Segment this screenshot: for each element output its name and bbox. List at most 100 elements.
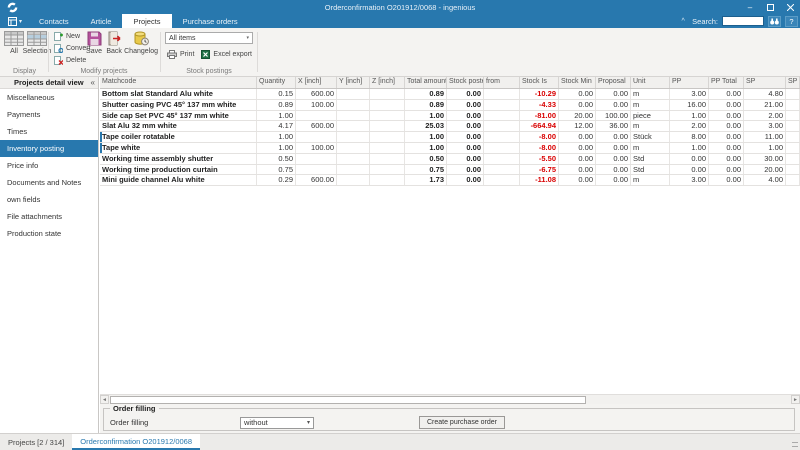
bottom-tab-projects[interactable]: Projects [2 / 314] [0,434,72,450]
delete-button-label: Delete [66,57,86,64]
cell-quantity: 0.29 [257,175,296,185]
column-header-z[interactable]: Z [inch] [370,77,405,88]
order-filling-panel: Order filling Order filling without ▾ Cr… [100,404,800,433]
cell-stock_posted: 0.00 [447,89,484,99]
column-header-proposal[interactable]: Proposal [596,77,631,88]
column-header-pp[interactable]: PP [670,77,709,88]
application-menu-button[interactable]: ▾ [0,14,28,28]
table-all-icon [4,31,24,46]
stock-items-filter-dropdown[interactable]: All items ▾ [165,32,253,44]
delete-button[interactable]: Delete [54,55,91,66]
ribbon-group-display: All Selection Display [2,28,47,76]
cell-z [370,132,405,142]
scrollbar-thumb[interactable] [110,396,586,404]
scroll-left-button[interactable]: ◄ [100,395,109,404]
maximize-button[interactable] [760,0,780,14]
cell-total: 1.00 [405,132,447,142]
cell-pp: 16.00 [670,100,709,110]
column-header-sp_to[interactable]: SP To [786,77,800,88]
all-button[interactable]: All [4,28,24,66]
table-row[interactable]: Bottom slat Standard Alu white0.15600.00… [100,89,800,100]
table-row[interactable]: Tape coiler rotatable1.001.000.00-8.000.… [100,132,800,143]
column-header-sp[interactable]: SP [744,77,786,88]
sidebar-item-production-state[interactable]: Production state [0,225,98,242]
sidebar-item-file-attachments[interactable]: File attachments [0,208,98,225]
sidebar-item-times[interactable]: Times [0,123,98,140]
printer-icon [167,50,177,59]
table-row[interactable]: Side cap Set PVC 45° 137 mm white1.001.0… [100,111,800,122]
sidebar-item-documents-and-notes[interactable]: Documents and Notes [0,174,98,191]
convert-button[interactable]: Convert [54,43,91,54]
cell-x [296,154,337,164]
table-row[interactable]: Working time production curtain0.750.750… [100,165,800,176]
table-row[interactable]: Tape white1.00100.001.000.00-8.000.000.0… [100,143,800,154]
excel-export-button[interactable]: Excel export [201,50,252,59]
close-button[interactable] [780,0,800,14]
cell-y [337,89,370,99]
search-go-button[interactable] [768,16,781,27]
column-header-stock_min[interactable]: Stock Min [559,77,596,88]
table-row[interactable]: Shutter casing PVC 45° 137 mm white0.891… [100,100,800,111]
menu-tab-contacts[interactable]: Contacts [28,14,80,28]
column-header-total[interactable]: Total amount [405,77,447,88]
menu-tab-article[interactable]: Article [80,14,123,28]
search-input[interactable] [722,16,764,26]
table-row[interactable]: Working time assembly shutter0.500.500.0… [100,154,800,165]
column-header-stock_is[interactable]: Stock Is [520,77,559,88]
menu-tab-purchase-orders[interactable]: Purchase orders [172,14,249,28]
title-bar: Orderconfirmation O201912/0068 - ingenio… [0,0,800,14]
sidebar-item-price-info[interactable]: Price info [0,157,98,174]
column-header-unit[interactable]: Unit [631,77,670,88]
minimize-button[interactable]: – [740,0,760,14]
help-button[interactable]: ? [785,16,798,27]
collapse-ribbon-icon[interactable]: ^ [678,18,688,25]
cell-stock_min: 0.00 [559,100,596,110]
sidebar-item-miscellaneous[interactable]: Miscellaneous [0,89,98,106]
cell-proposal: 100.00 [596,111,631,121]
horizontal-scrollbar[interactable]: ◄ ► [100,394,800,404]
table-row[interactable]: Slat Alu 32 mm white4.17600.0025.030.00-… [100,121,800,132]
sidebar-item-own-fields[interactable]: own fields [0,191,98,208]
cell-from [484,111,520,121]
menu-tab-projects[interactable]: Projects [122,14,171,28]
cell-stock_posted: 0.00 [447,154,484,164]
cell-matchcode: Working time assembly shutter [100,154,257,164]
new-button[interactable]: New [54,31,91,42]
display-group-label: Display [2,68,47,75]
back-button[interactable]: Back [104,28,124,66]
ribbon-separator [257,32,258,72]
scroll-right-button[interactable]: ► [791,395,800,404]
convert-icon [54,44,63,53]
column-header-matchcode[interactable]: Matchcode [100,77,257,88]
create-purchase-order-button[interactable]: Create purchase order [419,416,505,429]
resize-grip[interactable] [792,442,798,447]
convert-button-label: Convert [66,45,91,52]
column-header-quantity[interactable]: Quantity [257,77,296,88]
column-header-stock_posted[interactable]: Stock posted [447,77,484,88]
cell-pp_total: 0.00 [709,100,744,110]
selection-button[interactable]: Selection [24,28,50,66]
sidebar-item-payments[interactable]: Payments [0,106,98,123]
cell-sp_to [786,154,800,164]
cell-pp_total: 0.00 [709,121,744,131]
print-button[interactable]: Print [167,50,194,59]
collapse-sidebar-icon[interactable]: « [91,78,95,87]
cell-x [296,165,337,175]
column-header-pp_total[interactable]: PP Total [709,77,744,88]
cell-pp_total: 0.00 [709,111,744,121]
cell-proposal: 0.00 [596,89,631,99]
table-row[interactable]: Mini guide channel Alu white0.29600.001.… [100,175,800,186]
cell-stock_is: -6.75 [520,165,559,175]
cell-from [484,175,520,185]
changelog-button[interactable]: Changelog [124,28,158,66]
cell-proposal: 36.00 [596,121,631,131]
order-filling-dropdown[interactable]: without ▾ [240,417,314,429]
column-header-y[interactable]: Y [inch] [337,77,370,88]
column-header-from[interactable]: from [484,77,520,88]
cell-unit: m [631,175,670,185]
cell-quantity: 0.50 [257,154,296,164]
column-header-x[interactable]: X [inch] [296,77,337,88]
bottom-tab-orderconfirmation[interactable]: Orderconfirmation O201912/0068 [72,434,200,450]
close-icon [787,4,794,11]
sidebar-item-inventory-posting[interactable]: Inventory posting [0,140,98,157]
